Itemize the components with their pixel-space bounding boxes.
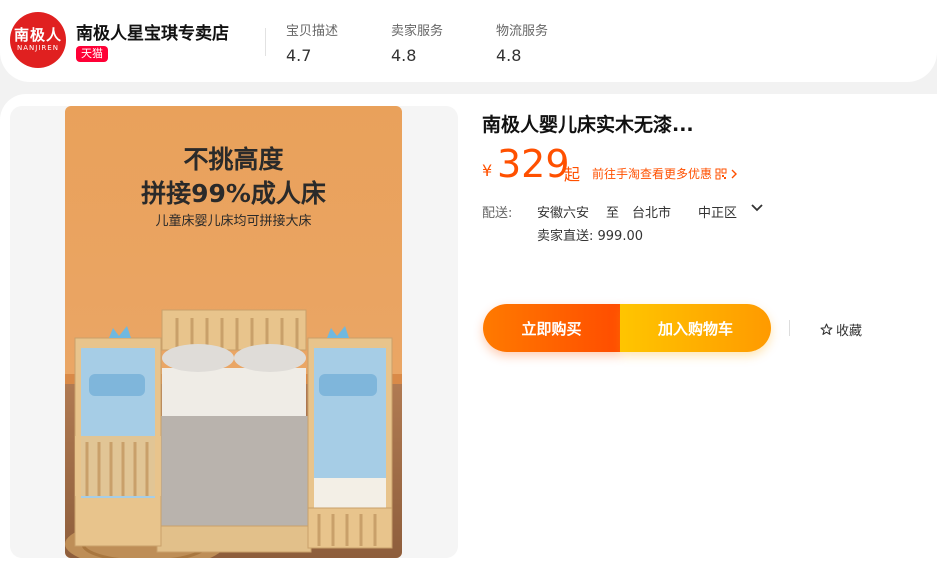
favorite-label: 收藏 xyxy=(836,324,863,339)
tmall-badge: 天猫 xyxy=(76,46,108,62)
image-subline: 儿童床婴儿床均可拼接大床 xyxy=(155,214,312,229)
shop-name[interactable]: 南极人星宝琪专卖店 xyxy=(76,19,229,44)
product-title: 南极人婴儿床实木无漆... xyxy=(482,114,694,136)
chevron-down-icon[interactable] xyxy=(750,201,764,215)
score-label: 宝贝描述 xyxy=(286,24,339,39)
product-main-image[interactable]: 不挑高度 拼接99%成人床 儿童床婴儿床均可拼接大床 xyxy=(65,106,402,558)
ship-from: 安徽六安 xyxy=(537,206,590,221)
score-logistics: 物流服务 4.8 xyxy=(496,20,548,65)
product-card: 不挑高度 拼接99%成人床 儿童床婴儿床均可拼接大床 南极人婴儿床实木无漆...… xyxy=(0,94,937,563)
score-label: 卖家服务 xyxy=(391,24,444,39)
price-suffix: 起 xyxy=(564,165,581,184)
chevron-right-icon xyxy=(731,169,738,178)
ship-district[interactable]: 中正区 xyxy=(698,202,737,221)
score-label: 物流服务 xyxy=(496,24,549,39)
currency-symbol: ¥ xyxy=(482,161,493,180)
promo-link[interactable]: 前往手淘查看更多优惠 xyxy=(592,165,738,182)
score-description: 宝贝描述 4.7 xyxy=(286,20,338,65)
ship-city[interactable]: 台北市 xyxy=(632,202,671,221)
score-seller-service: 卖家服务 4.8 xyxy=(391,20,443,65)
promo-link-text: 前往手淘查看更多优惠 xyxy=(592,167,713,181)
favorite-button[interactable]: 收藏 xyxy=(820,320,862,339)
star-icon xyxy=(820,323,833,335)
seller-shipping-fee: 卖家直送: 999.00 xyxy=(537,229,643,244)
add-to-cart-button[interactable]: 加入购物车 xyxy=(620,304,771,352)
product-gallery[interactable]: 不挑高度 拼接99%成人床 儿童床婴儿床均可拼接大床 xyxy=(10,106,458,558)
score-value: 4.8 xyxy=(496,46,522,65)
shop-header: 南极人 NANJIREN 南极人星宝琪专卖店 天猫 宝贝描述 4.7 卖家服务 … xyxy=(0,0,937,82)
shop-logo[interactable]: 南极人 NANJIREN xyxy=(10,12,66,68)
buy-now-button[interactable]: 立即购买 xyxy=(483,304,620,352)
divider xyxy=(789,320,790,336)
shipping-label: 配送: xyxy=(482,206,513,221)
price-value: 329 xyxy=(497,142,570,186)
qr-code-icon xyxy=(715,168,727,179)
image-headline-2: 拼接99%成人床 xyxy=(141,179,326,208)
price-row: ¥ 329 起 前往手淘查看更多优惠 xyxy=(482,142,922,188)
score-value: 4.7 xyxy=(286,46,312,65)
divider xyxy=(265,28,266,56)
ship-to-word: 至 xyxy=(606,206,620,221)
shop-logo-subtext: NANJIREN xyxy=(17,44,59,52)
image-headline-1: 不挑高度 xyxy=(183,145,284,174)
shop-logo-text: 南极人 xyxy=(13,26,62,44)
score-value: 4.8 xyxy=(391,46,417,65)
